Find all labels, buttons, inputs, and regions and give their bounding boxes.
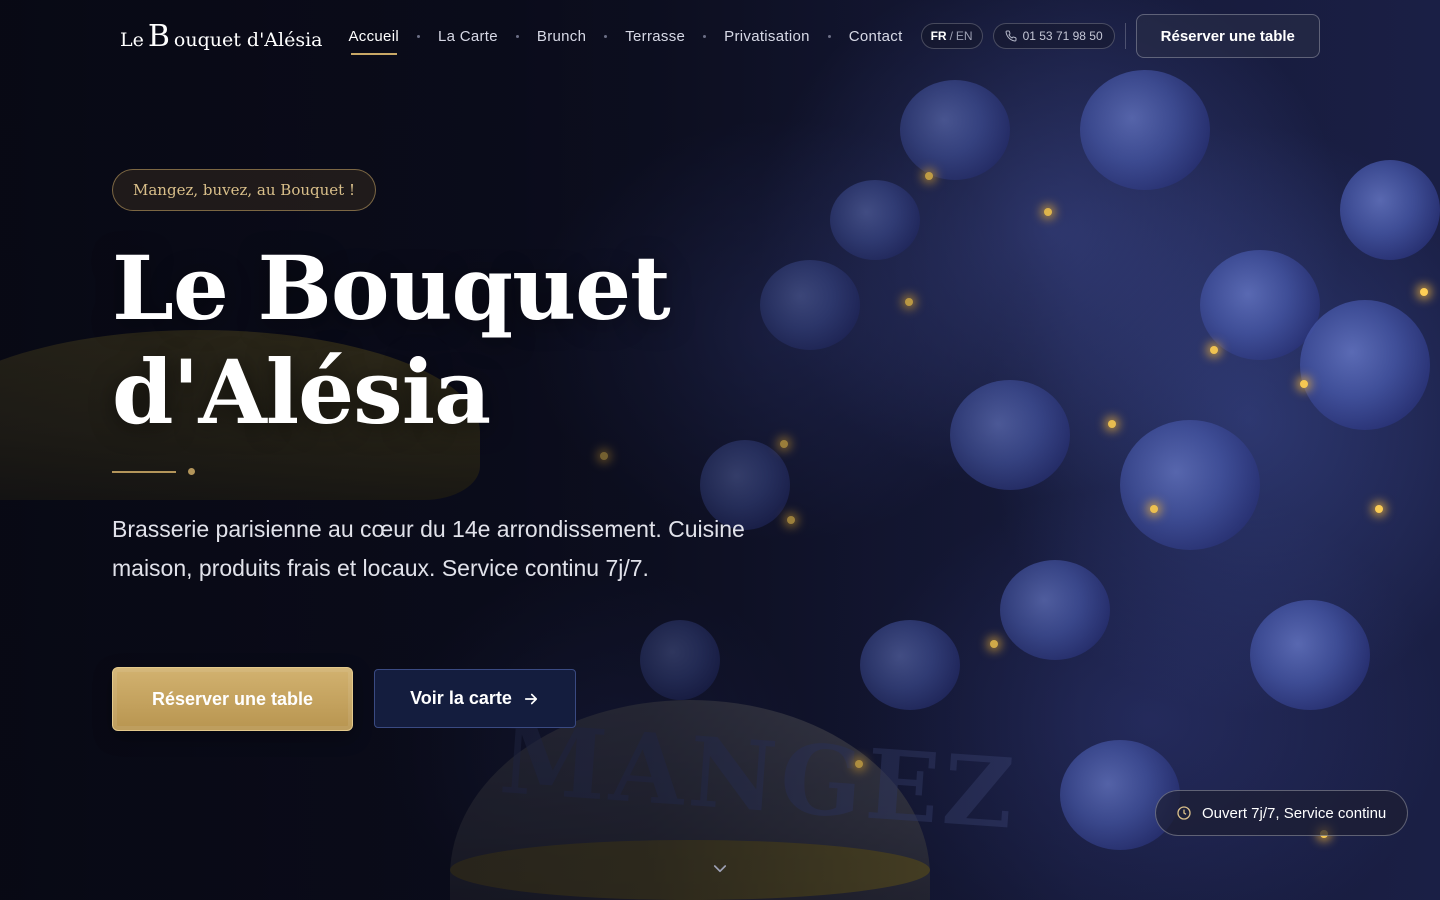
phone-number: 01 53 71 98 50 [1022,29,1103,43]
chevron-down-icon[interactable] [711,862,729,876]
nav-separator [827,34,831,38]
phone-link[interactable]: 01 53 71 98 50 [992,23,1115,49]
nav-item-contact[interactable]: Contact [845,28,907,45]
hero-tagline: Mangez, buvez, au Bouquet ! [112,169,376,211]
hero-title: Le Bouquet d'Alésia [112,236,812,444]
divider-line [112,470,176,473]
site-header: Le B ouquet d'Alésia Accueil La Carte Br… [0,0,1440,72]
logo-rest: ouquet d'Alésia [173,28,323,51]
reserve-table-label: Réserver une table [151,688,314,709]
nav-separator [515,34,519,38]
hero-title-line1: Le Bouquet [112,236,671,340]
nav-item-la-carte[interactable]: La Carte [434,28,502,45]
nav-item-brunch[interactable]: Brunch [533,28,590,45]
hero-subtitle: Brasserie parisienne au cœur du 14e arro… [112,516,745,581]
view-menu-button[interactable]: Voir la carte [374,669,576,728]
lang-en[interactable]: EN [956,29,973,43]
header-divider [1124,23,1126,49]
hero-overlay [0,0,1440,900]
main-nav: Accueil La Carte Brunch Terrasse Privati… [345,28,907,55]
logo-initial: B [147,18,170,54]
title-divider [112,468,195,475]
nav-item-accueil[interactable]: Accueil [345,28,403,55]
nav-item-terrasse[interactable]: Terrasse [621,28,689,45]
site-logo[interactable]: Le B ouquet d'Alésia [120,19,323,54]
arrow-right-icon [524,693,537,704]
nav-separator [416,34,420,38]
nav-item-privatisation[interactable]: Privatisation [720,28,814,45]
logo-prefix: Le [120,28,144,51]
hero-title-line2: d'Alésia [112,340,491,444]
nav-separator [703,34,707,38]
divider-dot [188,468,195,475]
clock-icon [1177,806,1191,820]
reserve-table-button[interactable]: Réserver une table [112,667,353,731]
lang-fr[interactable]: FR [931,29,947,43]
header-reserve-button[interactable]: Réserver une table [1135,14,1320,58]
nav-separator [604,34,608,38]
view-menu-label: Voir la carte [410,688,512,708]
phone-icon [1005,30,1017,42]
lang-separator: / [949,29,953,43]
opening-status-badge: Ouvert 7j/7, Service continu [1155,790,1408,836]
language-switcher[interactable]: FR / EN [920,23,983,49]
opening-status-text: Ouvert 7j/7, Service continu [1202,804,1387,822]
